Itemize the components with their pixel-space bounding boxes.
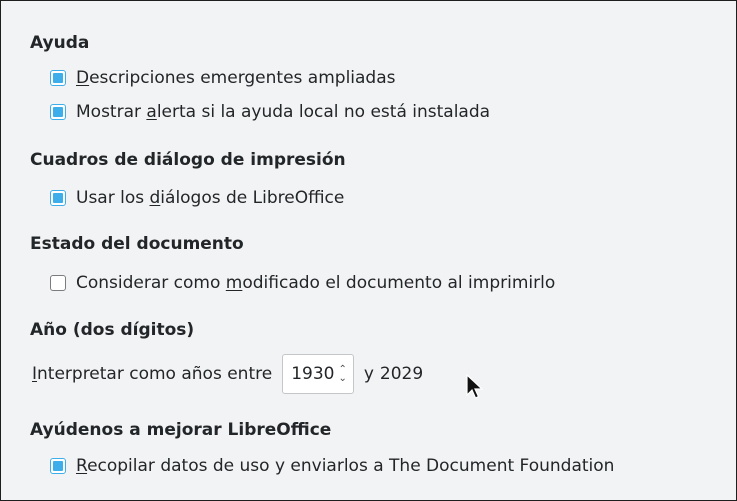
section-heading-year: Año (dos dígitos) [30,320,195,340]
checkbox-collect-usage-data[interactable]: Recopilar datos de uso y enviarlos a The… [50,456,614,476]
year-spinbox-value[interactable]: 1930 [291,364,334,384]
checkbox-box[interactable] [50,104,66,120]
checkbox-box[interactable] [50,458,66,474]
checkbox-box[interactable] [50,190,66,206]
section-heading-document-status: Estado del documento [30,234,244,254]
mouse-pointer-icon [466,374,484,399]
section-heading-improve: Ayúdenos a mejorar LibreOffice [30,420,332,440]
year-spinbox[interactable]: 1930 ⌃ ⌄ [282,354,354,394]
year-range-label: Interpretar como años entre [32,364,273,384]
checkbox-label: Mostrar alerta si la ayuda local no está… [76,102,491,122]
checkbox-box[interactable] [50,275,66,291]
checkbox-label: Descripciones emergentes ampliadas [76,68,396,88]
checkbox-label: Considerar como modificado el documento … [76,273,556,293]
options-panel: Ayuda Descripciones emergentes ampliadas… [18,20,735,499]
checkbox-label: Recopilar datos de uso y enviarlos a The… [76,456,615,476]
section-heading-help: Ayuda [30,33,90,53]
checkbox-printing-modifies[interactable]: Considerar como modificado el documento … [50,273,555,293]
checkbox-extended-tips[interactable]: Descripciones emergentes ampliadas [50,68,396,88]
year-range-row: Interpretar como años entre 1930 ⌃ ⌄ y 2… [32,354,423,394]
checkbox-local-help-alert[interactable]: Mostrar alerta si la ayuda local no está… [50,102,490,122]
year-end-value: 2029 [379,364,424,384]
checkbox-box[interactable] [50,70,66,86]
checkbox-libreoffice-dialogs[interactable]: Usar los diálogos de LibreOffice [50,188,344,208]
checkbox-label: Usar los diálogos de LibreOffice [76,188,345,208]
spin-arrows-icon[interactable]: ⌃ ⌄ [338,365,346,384]
year-connector: y [363,364,374,384]
spin-down-icon[interactable]: ⌄ [338,374,346,384]
section-heading-print-dialogs: Cuadros de diálogo de impresión [30,150,346,170]
